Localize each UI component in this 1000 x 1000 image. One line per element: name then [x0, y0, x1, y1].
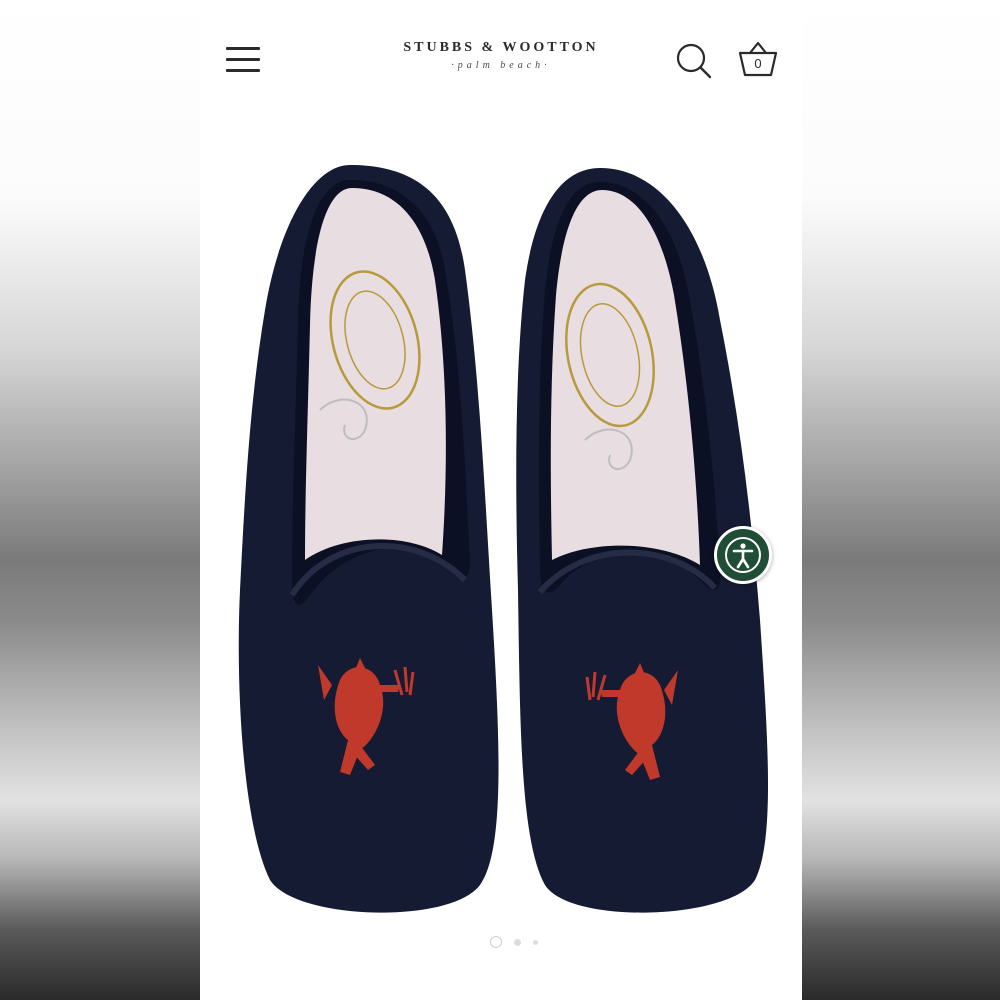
site-header: STUBBS & WOOTTON ·palm beach· 0	[200, 0, 802, 120]
left-loafer	[238, 165, 499, 913]
search-icon[interactable]	[674, 41, 714, 81]
carousel-dot-1[interactable]	[490, 936, 502, 948]
hamburger-menu-icon[interactable]	[226, 44, 262, 74]
brand-logo[interactable]: STUBBS & WOOTTON ·palm beach·	[360, 40, 642, 71]
basket-icon[interactable]: 0	[736, 38, 780, 82]
background-blur-right	[802, 0, 1000, 1000]
carousel-dots	[490, 936, 538, 948]
accessibility-person-icon[interactable]	[714, 526, 772, 584]
brand-name: STUBBS & WOOTTON	[403, 40, 599, 55]
carousel-dot-2[interactable]	[514, 938, 521, 946]
mobile-screen: STUBBS & WOOTTON ·palm beach· 0	[200, 0, 802, 1000]
cart-count: 0	[754, 56, 762, 71]
carousel-dot-3[interactable]	[533, 939, 538, 945]
background-blur-left	[0, 0, 200, 1000]
product-image[interactable]	[200, 140, 802, 940]
brand-location: ·palm beach·	[451, 60, 551, 71]
